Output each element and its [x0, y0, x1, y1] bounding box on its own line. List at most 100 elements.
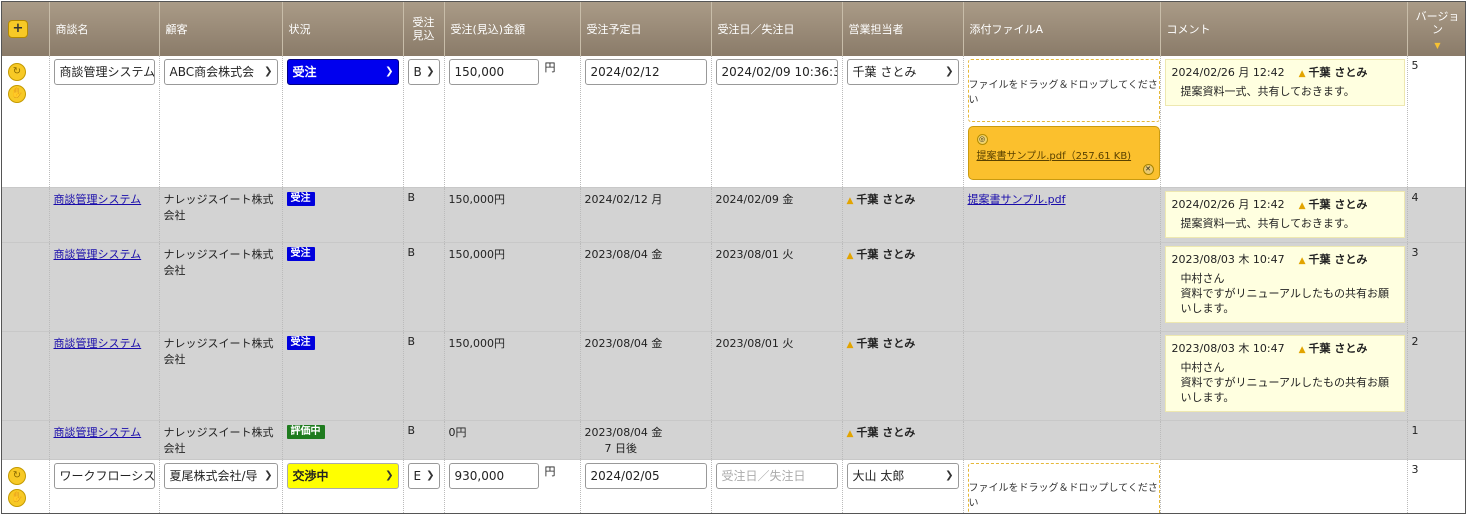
customer-select-value: ABC商会株式会 — [169, 65, 255, 79]
opportunity-link[interactable]: 商談管理システム — [54, 337, 142, 350]
version-cell: 3 — [1407, 459, 1465, 513]
probability-select-value: B — [413, 65, 422, 79]
comment-body: 提案資料一式、共有しておきます。 — [1180, 85, 1355, 98]
header-expected-date[interactable]: 受注予定日 — [580, 2, 712, 56]
status-badge: 評価中 — [286, 424, 325, 439]
person-icon: ▲ — [1298, 200, 1306, 211]
amount-text: 150,000円 — [444, 187, 581, 243]
yen-unit: 円 — [544, 61, 556, 74]
customer-text: ナレッジスイート株式会社 — [159, 331, 283, 421]
header-probability-line2: 見込 — [412, 29, 435, 42]
person-icon: ▲ — [1298, 255, 1306, 266]
chevron-down-icon: ❯ — [945, 469, 954, 481]
comment-body: 提案資料一式、共有しておきます。 — [1180, 216, 1355, 230]
file-dropzone[interactable]: ファイルをドラッグ＆ドロップしてください — [967, 462, 1160, 513]
amount-input[interactable]: 930,000 — [448, 462, 539, 489]
add-row-button[interactable]: + — [8, 20, 28, 38]
chevron-down-icon: ❯ — [385, 469, 394, 481]
attached-file-link[interactable]: 提案書サンプル.pdf（257.61 KB) — [977, 147, 1151, 162]
expected-date-text: 2023/08/04 金 — [580, 331, 712, 421]
comment-cell: 2024/02/26 月 12:42 ▲ 千葉 さとみ 提案資料一式、共有しておきま… — [1160, 56, 1408, 188]
header-comment[interactable]: コメント — [1160, 2, 1408, 56]
expected-date-text: 2023/08/04 金 — [580, 242, 712, 332]
header-attachment[interactable]: 添付ファイルA — [963, 2, 1161, 56]
history-row: 商談管理システム ナレッジスイート株式会社 受注 B 150,000円 2024… — [2, 187, 1465, 243]
version-cell: 2 — [1407, 331, 1465, 421]
status-select-value: 交渉中 — [292, 468, 329, 483]
header-order-date[interactable]: 受注日／失注日 — [711, 2, 843, 56]
header-version-line1: バージョ — [1415, 10, 1460, 23]
comment-author: 千葉 さとみ — [1308, 197, 1368, 211]
name-input[interactable]: ワークフローシス — [53, 462, 155, 489]
owner-select[interactable]: 大山 太郎 ❯ — [846, 462, 959, 489]
file-dropzone[interactable]: ファイルをドラッグ＆ドロップしてください — [967, 59, 1160, 122]
opportunity-link[interactable]: 商談管理システム — [54, 426, 142, 439]
order-date-text: 2023/08/01 火 — [711, 242, 843, 332]
status-select-value: 受注 — [292, 65, 317, 79]
amount-text: 150,000円 — [444, 242, 581, 332]
comment-box: 2023/08/03 木 10:47 ▲ 千葉 さとみ 中村さん 資料ですがリニュー… — [1164, 245, 1405, 323]
history-row: 商談管理システム ナレッジスイート株式会社 受注 B 150,000円 2023… — [2, 331, 1465, 421]
header-probability-line1: 受注 — [412, 16, 435, 29]
status-badge: 受注 — [286, 246, 315, 261]
edit-row: ↻ ✋ 商談管理システム ABC商会株式会 ❯ 受注 ❯ B ❯ 150,000 円 2… — [2, 56, 1465, 188]
expected-date-input[interactable]: 2024/02/12 — [584, 59, 707, 85]
opportunity-link[interactable]: 商談管理システム — [54, 193, 142, 206]
yen-unit: 円 — [544, 464, 556, 478]
probability-select[interactable]: E ❯ — [407, 462, 440, 489]
attachment-cell: ファイルをドラッグ＆ドロップしてください ◎ 提案書サンプル.pdf（257.6… — [963, 56, 1161, 188]
status-select[interactable]: 受注 ❯ — [286, 59, 399, 85]
customer-select[interactable]: ABC商会株式会 ❯ — [163, 59, 278, 85]
person-icon: ▲ — [846, 428, 854, 439]
header-version[interactable]: バージョ ン ▼ — [1407, 2, 1465, 56]
person-icon: ▲ — [1298, 69, 1306, 79]
header-owner[interactable]: 営業担当者 — [842, 2, 964, 56]
amount-input[interactable]: 150,000 — [448, 59, 539, 85]
hand-icon[interactable]: ✋ — [8, 488, 26, 507]
person-icon: ▲ — [846, 250, 854, 261]
probability-select[interactable]: B ❯ — [407, 59, 440, 85]
probability-text: B — [403, 187, 445, 243]
header-probability[interactable]: 受注 見込 — [403, 2, 445, 56]
expected-date-text: 2023/08/04 金 — [584, 425, 663, 439]
opportunity-link[interactable]: 商談管理システム — [54, 248, 142, 261]
row-actions: ↻ ✋ — [2, 459, 50, 513]
header-status[interactable]: 状況 — [282, 2, 404, 56]
probability-select-value: E — [413, 468, 422, 483]
header-name[interactable]: 商談名 — [49, 2, 160, 56]
customer-select-value: 夏尾株式会社/导 — [169, 468, 258, 483]
order-date-input[interactable]: 2024/02/09 10:36:32 — [715, 59, 838, 85]
expected-date-cell: 2023/08/04 金 7 日後 — [580, 420, 712, 460]
header-customer[interactable]: 顧客 — [159, 2, 283, 56]
remove-file-icon[interactable]: ✕ — [1142, 164, 1154, 175]
version-cell: 4 — [1407, 187, 1465, 243]
restore-icon[interactable]: ↻ — [8, 466, 26, 485]
version-cell: 5 — [1407, 56, 1465, 188]
header-amount[interactable]: 受注(見込)金額 — [444, 2, 581, 56]
comment-box: 2023/08/03 木 10:47 ▲ 千葉 さとみ 中村さん 資料ですがリニュー… — [1164, 334, 1405, 412]
chevron-down-icon: ❯ — [264, 66, 273, 77]
customer-text: ナレッジスイート株式会社 — [159, 187, 283, 243]
hand-icon[interactable]: ✋ — [8, 85, 26, 103]
probability-text: B — [403, 242, 445, 332]
customer-text: ナレッジスイート株式会社 — [159, 420, 283, 460]
attachment-link[interactable]: 提案書サンプル.pdf — [968, 193, 1066, 206]
restore-icon[interactable]: ↻ — [8, 63, 26, 81]
expected-date-input[interactable]: 2024/02/05 — [584, 462, 707, 489]
comment-author: 千葉 さとみ — [1308, 341, 1368, 355]
order-date-text: 2024/02/09 金 — [711, 187, 843, 243]
name-input[interactable]: 商談管理システム — [53, 59, 155, 85]
order-date-input[interactable]: 受注日／失注日 — [715, 462, 838, 489]
comment-author: 千葉 さとみ — [1308, 252, 1368, 266]
comment-author: 千葉 さとみ — [1308, 66, 1368, 79]
customer-select[interactable]: 夏尾株式会社/导 ❯ — [163, 462, 278, 489]
status-select[interactable]: 交渉中 ❯ — [286, 462, 399, 489]
comment-datetime: 2023/08/03 木 10:47 — [1171, 341, 1285, 355]
owner-text: 千葉 さとみ — [856, 336, 916, 350]
owner-select[interactable]: 千葉 さとみ ❯ — [846, 59, 959, 85]
comment-box: 2024/02/26 月 12:42 ▲ 千葉 さとみ 提案資料一式、共有しておきま… — [1164, 59, 1405, 106]
chevron-down-icon: ❯ — [264, 469, 273, 481]
sort-desc-icon: ▼ — [1434, 41, 1441, 50]
comment-box: 2024/02/26 月 12:42 ▲ 千葉 さとみ 提案資料一式、共有しておきま… — [1164, 190, 1405, 238]
chevron-down-icon: ❯ — [426, 469, 435, 481]
